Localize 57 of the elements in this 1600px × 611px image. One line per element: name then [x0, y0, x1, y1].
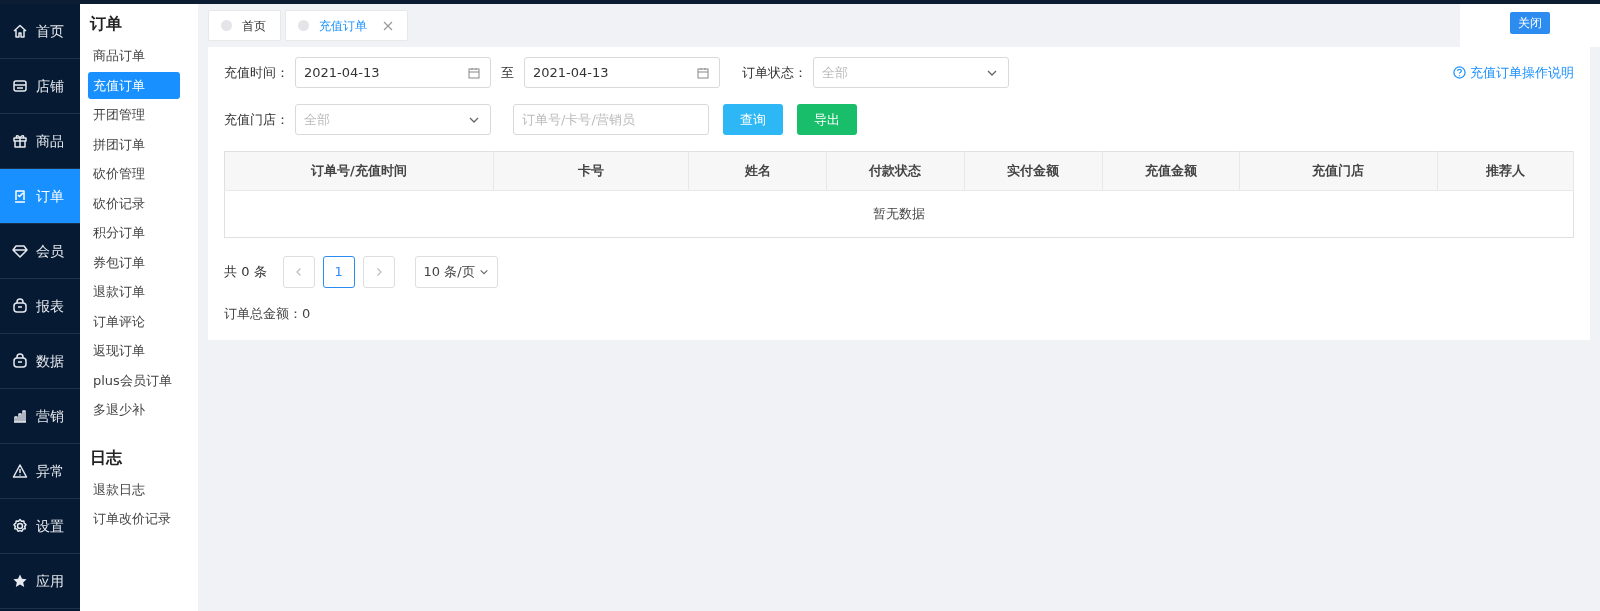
- column-header: 充值门店: [1239, 151, 1438, 191]
- menu-item[interactable]: plus会员订单: [88, 366, 180, 394]
- search-field[interactable]: 订单号/卡号/营销员: [513, 104, 709, 135]
- menu-item[interactable]: 多退少补: [88, 396, 180, 424]
- total-amount-text: 订单总金额：0: [224, 305, 312, 323]
- calendar-icon: [697, 66, 709, 79]
- help-icon: [1453, 66, 1466, 79]
- tab-dot-icon: [221, 20, 232, 31]
- menu-heading: 订单: [88, 13, 122, 35]
- tab[interactable]: 首页: [208, 10, 281, 41]
- clipboard-icon: [12, 188, 28, 204]
- diamond-icon: [12, 243, 28, 259]
- chevron-down-icon: [478, 267, 489, 277]
- filter-label: 充值门店：: [224, 110, 289, 129]
- bar-chart-icon: [12, 408, 28, 424]
- home-icon: [12, 23, 28, 39]
- menu-item[interactable]: 券包订单: [88, 248, 180, 276]
- bag-icon: [12, 353, 28, 369]
- column-header: 充值金额: [1102, 151, 1240, 191]
- tab-label: 首页: [242, 17, 266, 35]
- filter-label: 至: [500, 63, 515, 82]
- date-field[interactable]: 2021-04-13: [295, 57, 491, 88]
- menu-item[interactable]: 返现订单: [88, 337, 180, 365]
- star-icon: [12, 573, 28, 589]
- gift-icon: [12, 133, 28, 149]
- menu-item[interactable]: 拼团订单: [88, 130, 180, 158]
- date-field[interactable]: 2021-04-13: [524, 57, 720, 88]
- column-header: 姓名: [688, 151, 827, 191]
- empty-text: 暂无数据: [224, 190, 1574, 238]
- total-count: 共 0 条: [224, 263, 267, 282]
- gear-icon: [12, 518, 28, 534]
- filter-label: 充值时间：: [224, 63, 289, 82]
- column-header: 推荐人: [1437, 151, 1574, 191]
- column-header: 付款状态: [826, 151, 965, 191]
- filter-label: 订单状态：: [742, 63, 807, 82]
- menu-heading: 日志: [89, 446, 122, 469]
- storefront-icon: [12, 78, 28, 94]
- bag-icon: [12, 298, 28, 314]
- menu-item[interactable]: 砍价管理: [88, 160, 180, 188]
- menu-item[interactable]: 退款日志: [88, 475, 180, 503]
- column-header: 卡号: [493, 151, 689, 191]
- menu-item[interactable]: 商品订单: [88, 42, 180, 70]
- warning-icon: [12, 463, 28, 479]
- menu-item[interactable]: 积分订单: [88, 219, 180, 247]
- tab-dot-icon: [298, 20, 309, 31]
- menu-item[interactable]: 退款订单: [88, 278, 180, 306]
- prev-page-button[interactable]: [282, 256, 315, 288]
- tab-label: 充值订单: [319, 17, 367, 35]
- menu-item[interactable]: 订单评论: [88, 307, 180, 335]
- menu-item[interactable]: 砍价记录: [88, 189, 180, 217]
- next-page-button[interactable]: [362, 256, 395, 288]
- calendar-icon: [468, 66, 480, 79]
- menu-item[interactable]: 开团管理: [88, 101, 180, 129]
- menu-item[interactable]: 订单改价记录: [88, 505, 180, 533]
- column-header: 订单号/充值时间: [224, 151, 494, 191]
- column-header: 实付金额: [964, 151, 1103, 191]
- page-size-select[interactable]: 10 条/页: [414, 256, 498, 288]
